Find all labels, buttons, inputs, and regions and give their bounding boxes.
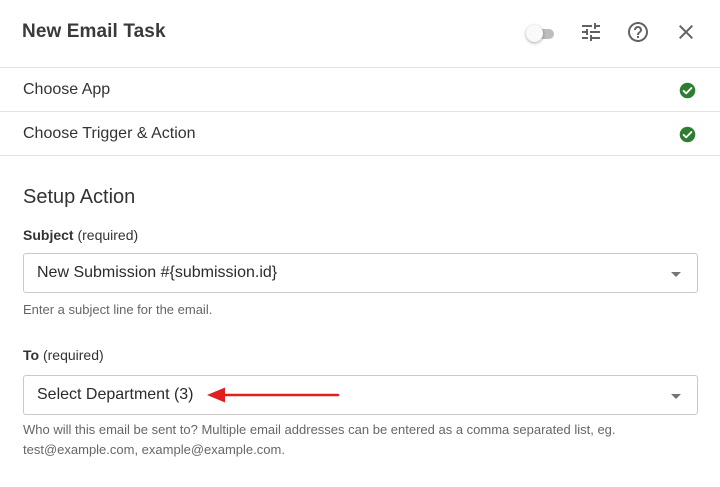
step-choose-app[interactable]: Choose App [0, 68, 720, 112]
subject-select[interactable]: New Submission #{submission.id} [23, 253, 698, 293]
to-helper-text: Who will this email be sent to? Multiple… [23, 422, 616, 457]
dialog-title: New Email Task [22, 21, 166, 42]
subject-label: Subject (required) [23, 227, 138, 243]
subject-helper-text: Enter a subject line for the email. [23, 302, 213, 317]
close-icon[interactable] [674, 20, 698, 44]
subject-value: New Submission #{submission.id} [37, 264, 278, 281]
check-circle-icon [679, 82, 696, 99]
to-label: To (required) [23, 347, 104, 363]
to-value: Select Department (3) [37, 386, 194, 403]
help-icon[interactable] [626, 20, 650, 44]
subject-label-text: Subject [23, 227, 74, 243]
step-label: Choose App [23, 81, 111, 98]
dialog-header: New Email Task [0, 0, 720, 68]
chevron-down-icon [671, 272, 681, 277]
to-label-text: To [23, 347, 40, 363]
check-circle-icon [679, 126, 696, 143]
chevron-down-icon [671, 394, 681, 399]
step-choose-trigger-action[interactable]: Choose Trigger & Action [0, 112, 720, 156]
to-required-text: (required) [42, 347, 104, 363]
step-label: Choose Trigger & Action [23, 125, 196, 142]
enable-toggle[interactable] [526, 25, 556, 42]
toggle-knob [526, 25, 543, 42]
setup-action-title: Setup Action [23, 186, 136, 208]
to-select[interactable]: Select Department (3) [23, 375, 698, 415]
annotation-arrow-icon [207, 387, 340, 403]
subject-required-text: (required) [77, 227, 139, 243]
tune-icon[interactable] [579, 20, 603, 44]
